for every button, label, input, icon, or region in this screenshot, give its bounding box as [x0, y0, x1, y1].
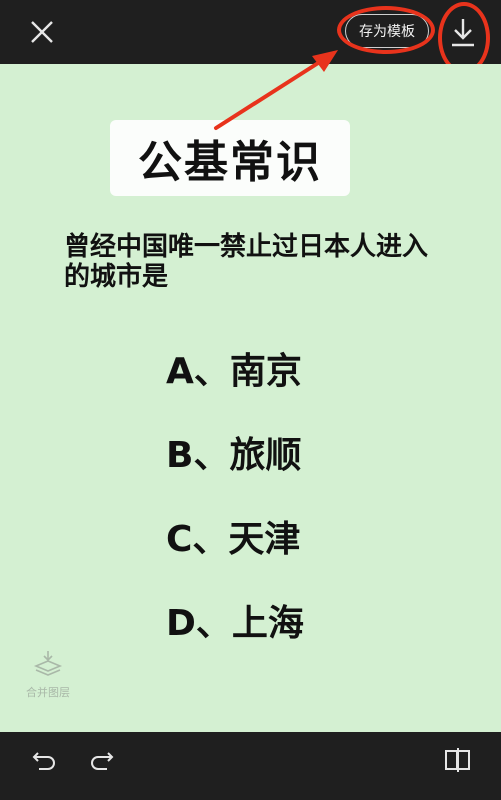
title-card[interactable]: 公基常识 [110, 120, 350, 196]
option-a[interactable]: A、南京 [166, 342, 302, 394]
layers-icon [33, 651, 63, 676]
bottom-toolbar [0, 732, 501, 800]
close-button[interactable] [26, 16, 58, 48]
title-text: 公基常识 [138, 137, 322, 188]
close-icon [31, 21, 53, 43]
undo-icon [32, 752, 55, 770]
option-d[interactable]: D、上海 [166, 594, 304, 646]
top-toolbar: 存为模板 [0, 0, 501, 64]
question-text[interactable]: 曾经中国唯一禁止过日本人进入的城市是 [64, 232, 444, 292]
download-button[interactable] [445, 12, 481, 52]
save-as-template-button[interactable]: 存为模板 [345, 14, 429, 48]
download-icon [452, 19, 474, 47]
editor-canvas[interactable]: 公基常识 曾经中国唯一禁止过日本人进入的城市是 A、南京 B、旅顺 C、天津 D… [0, 64, 501, 732]
merge-layers-button[interactable]: 合并图层 [18, 650, 78, 700]
undo-button[interactable] [28, 744, 60, 776]
redo-icon [91, 752, 114, 770]
redo-button[interactable] [86, 744, 118, 776]
compare-button[interactable] [442, 744, 474, 776]
option-b[interactable]: B、旅顺 [166, 426, 301, 478]
compare-icon [445, 748, 470, 772]
merge-layers-label: 合并图层 [26, 686, 70, 699]
option-c[interactable]: C、天津 [166, 510, 300, 562]
